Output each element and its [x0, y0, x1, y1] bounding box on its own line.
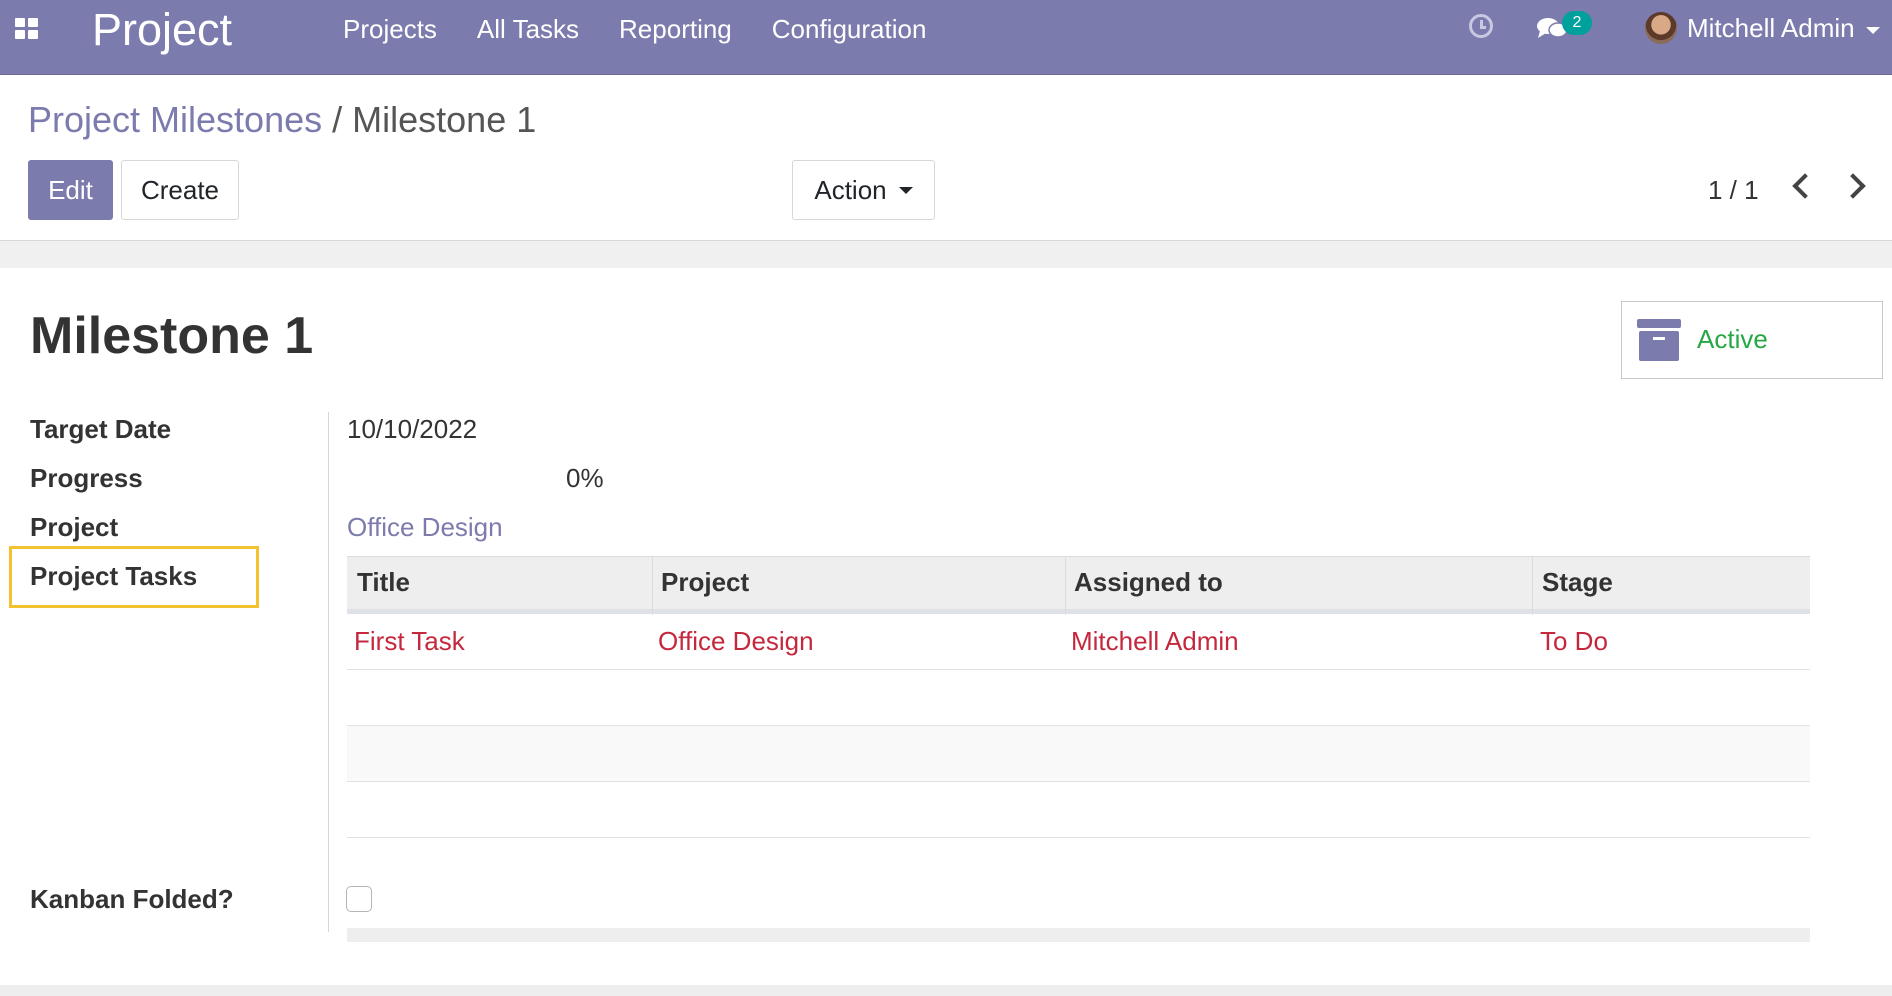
empty-table-row — [347, 726, 1810, 782]
column-header-title[interactable]: Title — [357, 567, 410, 598]
table-header: Title Project Assigned to Stage — [347, 556, 1810, 615]
column-divider — [1532, 557, 1533, 615]
menu-item-configuration[interactable]: Configuration — [772, 14, 927, 45]
breadcrumb-current: Milestone 1 — [352, 99, 537, 140]
breadcrumb-separator: / — [332, 99, 343, 140]
messages-count-badge: 2 — [1562, 11, 1592, 35]
action-dropdown-button[interactable]: Action — [792, 160, 935, 220]
archive-icon — [1637, 319, 1681, 361]
field-divider — [328, 412, 329, 932]
progress-value: 0% — [566, 463, 604, 493]
task-assignee-cell[interactable]: Mitchell Admin — [1071, 626, 1239, 657]
chevron-right-icon[interactable] — [1840, 173, 1866, 199]
menu-item-reporting[interactable]: Reporting — [619, 14, 732, 45]
sheet-background — [0, 241, 1892, 269]
table-row[interactable]: First Task Office Design Mitchell Admin … — [347, 614, 1810, 670]
task-title-cell[interactable]: First Task — [354, 626, 465, 657]
column-header-stage[interactable]: Stage — [1542, 567, 1613, 598]
active-toggle-button[interactable]: Active — [1621, 301, 1883, 379]
column-divider — [1065, 557, 1066, 615]
edit-button-label: Edit — [48, 174, 93, 205]
breadcrumb: Project Milestones / Milestone 1 — [28, 99, 536, 141]
column-header-assigned-to[interactable]: Assigned to — [1074, 567, 1223, 598]
page-bottom-background — [0, 985, 1892, 996]
create-button[interactable]: Create — [121, 160, 239, 220]
breadcrumb-parent-link[interactable]: Project Milestones — [28, 99, 322, 140]
user-menu-name[interactable]: Mitchell Admin — [1687, 13, 1855, 44]
app-title[interactable]: Project — [92, 2, 232, 57]
clock-icon[interactable] — [1469, 14, 1493, 38]
active-label: Active — [1697, 324, 1768, 354]
menu-item-all-tasks[interactable]: All Tasks — [477, 14, 579, 45]
column-divider — [652, 557, 653, 615]
chevron-left-icon[interactable] — [1792, 173, 1818, 199]
target-date-label: Target Date — [30, 414, 172, 444]
pager-counter[interactable]: 1 / 1 — [1708, 175, 1759, 206]
table-footer — [347, 928, 1810, 942]
control-panel: Project Milestones / Milestone 1 Edit Crea… — [0, 75, 1892, 241]
highlight-box — [9, 546, 259, 608]
project-link[interactable]: Office Design — [347, 512, 503, 543]
target-date-value: 10/10/2022 — [347, 414, 478, 444]
progress-label: Progress — [30, 463, 143, 493]
caret-down-icon[interactable] — [1866, 27, 1880, 34]
empty-table-row — [347, 782, 1810, 838]
edit-button[interactable]: Edit — [28, 160, 113, 220]
task-stage-cell[interactable]: To Do — [1540, 626, 1608, 657]
avatar[interactable] — [1645, 12, 1677, 44]
empty-table-row — [347, 670, 1810, 726]
main-menu: Projects All Tasks Reporting Configurati… — [343, 14, 966, 45]
top-navbar: Project Projects All Tasks Reporting Con… — [0, 0, 1892, 75]
task-project-cell[interactable]: Office Design — [658, 626, 814, 657]
form-sheet: Milestone 1 Active Target Date Progress … — [0, 268, 1892, 986]
caret-down-icon — [898, 186, 913, 194]
action-button-label: Action — [814, 174, 887, 205]
apps-grid-icon[interactable] — [15, 18, 41, 40]
project-label: Project — [30, 512, 119, 542]
menu-item-projects[interactable]: Projects — [343, 14, 437, 45]
kanban-folded-checkbox[interactable] — [346, 886, 372, 912]
column-header-project[interactable]: Project — [661, 567, 749, 598]
record-title: Milestone 1 — [30, 307, 314, 365]
create-button-label: Create — [140, 174, 220, 205]
kanban-folded-label: Kanban Folded? — [30, 884, 234, 914]
